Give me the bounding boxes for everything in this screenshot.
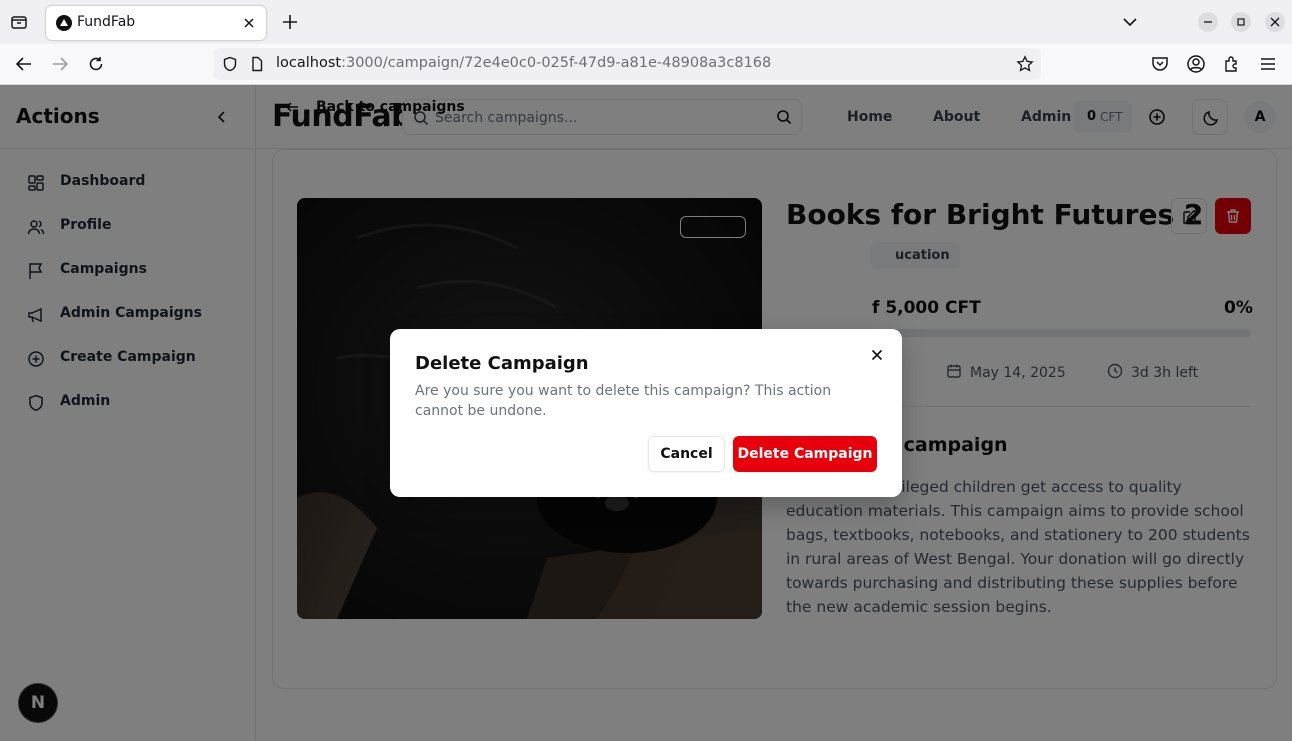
url-text[interactable]: localhost:3000/campaign/72e4e0c0-025f-47… — [276, 55, 771, 71]
forward-arrow-icon[interactable] — [50, 54, 70, 74]
cancel-button[interactable]: Cancel — [648, 436, 725, 472]
pocket-icon[interactable] — [1150, 54, 1170, 74]
bookmark-star-icon[interactable] — [1016, 55, 1034, 73]
menu-icon[interactable] — [1258, 54, 1278, 74]
minimize-button[interactable] — [1198, 12, 1218, 32]
shield-icon[interactable] — [222, 56, 238, 72]
account-icon[interactable] — [1186, 54, 1206, 74]
extensions-icon[interactable] — [1222, 54, 1242, 74]
tab-list-icon[interactable] — [9, 12, 29, 32]
back-arrow-icon[interactable] — [14, 54, 34, 74]
page-icon[interactable] — [249, 56, 265, 72]
delete-dialog: Delete Campaign Are you sure you want to… — [390, 329, 902, 497]
browser-nav-bar: localhost:3000/campaign/72e4e0c0-025f-47… — [0, 44, 1292, 85]
dialog-description: Are you sure you want to delete this cam… — [415, 383, 832, 419]
reload-icon[interactable] — [86, 54, 106, 74]
new-tab-icon[interactable] — [280, 12, 300, 32]
browser-tab-bar: FundFab — [0, 0, 1292, 44]
confirm-delete-button[interactable]: Delete Campaign — [733, 436, 877, 472]
close-icon[interactable] — [869, 347, 885, 363]
close-tab-icon[interactable] — [240, 14, 258, 32]
tab-title: FundFab — [77, 14, 136, 30]
restore-button[interactable] — [1231, 12, 1251, 32]
address-bar[interactable]: localhost:3000/campaign/72e4e0c0-025f-47… — [214, 48, 1041, 80]
browser-tab[interactable]: FundFab — [46, 6, 266, 40]
favicon-icon — [56, 15, 72, 31]
chevron-down-icon[interactable] — [1121, 13, 1139, 31]
close-window-button[interactable] — [1265, 12, 1285, 32]
dialog-title: Delete Campaign — [415, 353, 589, 374]
